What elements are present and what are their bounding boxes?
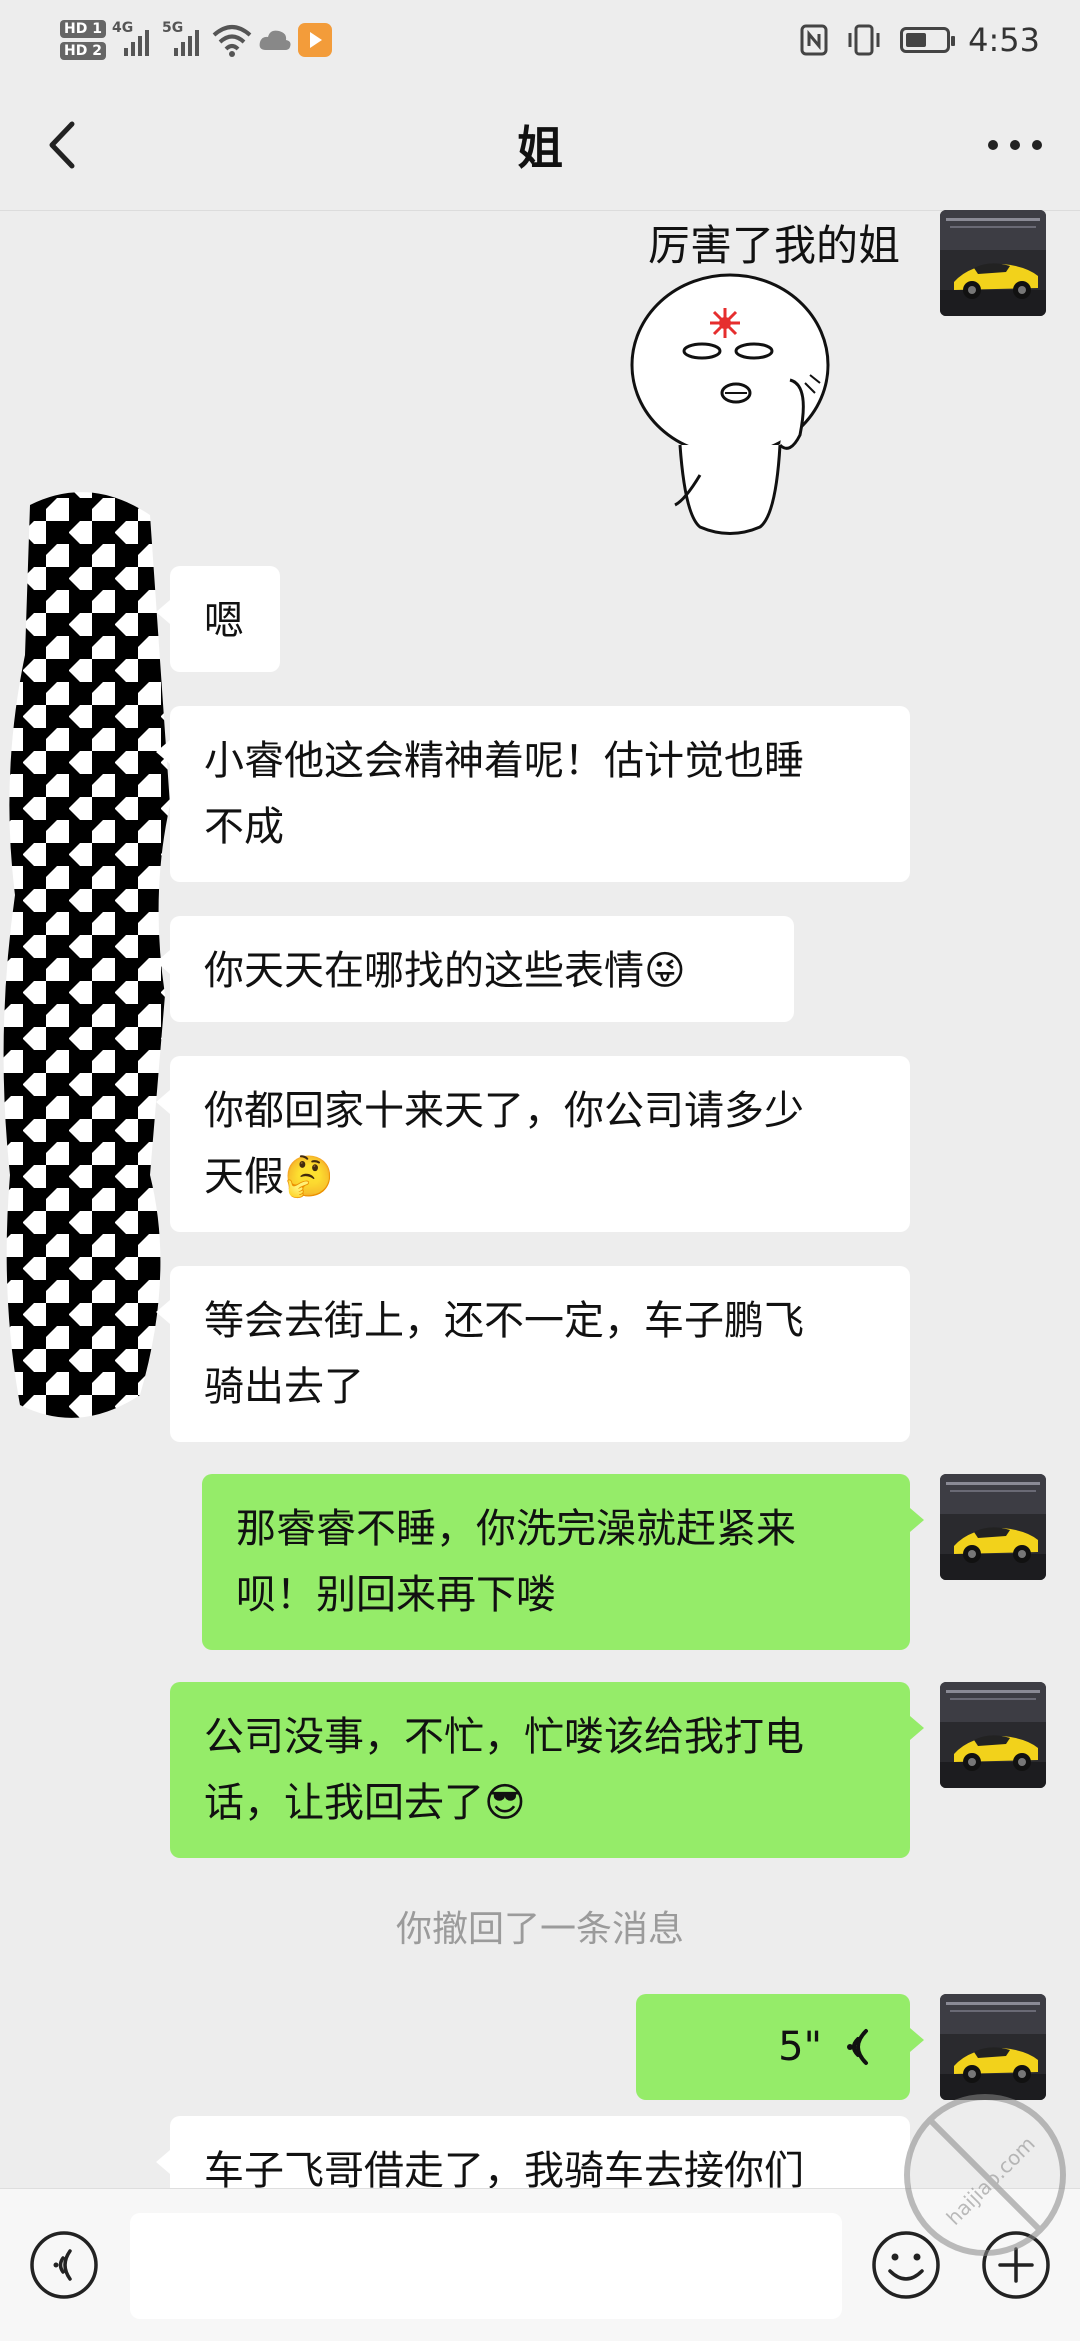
message-text-line: 那睿睿不睡，你洗完澡就赶紧来 (236, 1506, 796, 1552)
vibrate-icon (848, 24, 880, 56)
watermark-logo: haijiao.com (904, 2094, 1066, 2256)
sticker-message[interactable]: 厉害了我的姐 (600, 210, 900, 540)
chat-area[interactable]: 厉害了我的姐 嗯 小睿他这会精神着呢！估计觉也睡 不成 你天天在哪找的这些表情😜… (0, 210, 1080, 2188)
status-left: HD 1 HD 2 4G 5G (60, 10, 332, 70)
message-text-line: 你都回家十来天了，你公司请多少 (204, 1088, 804, 1134)
wifi-icon (212, 25, 252, 57)
nfc-icon (800, 24, 828, 56)
sticker-face-image (630, 273, 830, 535)
cloud-icon (259, 30, 291, 50)
message-text: 车子飞哥借走了，我骑车去接你们 (204, 2148, 804, 2188)
incoming-message-bubble[interactable]: 你天天在哪找的这些表情😜 (156, 916, 794, 1022)
title-bar: 姐 (0, 80, 1080, 211)
message-text: 你天天在哪找的这些表情 (204, 948, 644, 994)
message-text-line: 呗！别回来再下喽 (236, 1572, 556, 1618)
incoming-message-bubble[interactable]: 等会去街上，还不一定，车子鹏飞 骑出去了 (156, 1266, 910, 1442)
voice-input-icon[interactable] (28, 2229, 100, 2301)
voice-duration: 5" (778, 2024, 822, 2070)
signal-2-icon: 5G (162, 20, 206, 60)
message-text-line: 话，让我回去了 (204, 1780, 484, 1826)
incoming-message-bubble[interactable]: 你都回家十来天了，你公司请多少 天假🤔 (156, 1056, 910, 1232)
emoji-wink: 😜 (644, 948, 686, 994)
emoji-sunglasses: 😎 (484, 1780, 526, 1826)
message-text: 嗯 (204, 598, 244, 644)
hd1-badge: HD 1 (60, 20, 106, 38)
my-avatar[interactable] (940, 1994, 1046, 2100)
status-right: 4:53 (800, 10, 1040, 70)
signal-1-icon: 4G (112, 20, 156, 60)
message-text-line: 等会去街上，还不一定，车子鹏飞 (204, 1298, 804, 1344)
incoming-message-bubble[interactable]: 嗯 (156, 566, 280, 672)
incoming-message-bubble[interactable]: 小睿他这会精神着呢！估计觉也睡 不成 (156, 706, 910, 882)
recall-notice: 你撤回了一条消息 (395, 1909, 684, 1950)
more-dots-icon[interactable] (980, 125, 1050, 165)
sticker-caption: 厉害了我的姐 (647, 221, 900, 270)
outgoing-message-bubble[interactable]: 那睿睿不睡，你洗完澡就赶紧来 呗！别回来再下喽 (202, 1474, 924, 1650)
my-avatar[interactable] (940, 1682, 1046, 1788)
battery-icon (900, 27, 956, 53)
chat-title: 姐 (517, 121, 563, 175)
message-text-line: 不成 (204, 804, 284, 850)
message-text-line: 骑出去了 (204, 1364, 364, 1410)
my-avatar[interactable] (940, 1474, 1046, 1580)
status-bar: HD 1 HD 2 4G 5G 4:53 (0, 0, 1080, 80)
message-text-line: 小睿他这会精神着呢！估计觉也睡 (204, 738, 804, 784)
outgoing-message-bubble[interactable]: 公司没事，不忙，忙喽该给我打电 话，让我回去了😎 (170, 1682, 924, 1858)
emoji-thinking: 🤔 (284, 1154, 334, 1200)
clock: 4:53 (968, 21, 1040, 59)
my-avatar[interactable] (940, 210, 1046, 316)
censored-avatar-image (3, 492, 171, 1418)
message-input[interactable] (130, 2213, 842, 2319)
message-text-line: 天假 (204, 1154, 284, 1200)
voice-wave-icon (847, 2029, 868, 2065)
hd-badges: HD 1 HD 2 (60, 20, 106, 60)
incoming-message-bubble[interactable]: 车子飞哥借走了，我骑车去接你们 (156, 2116, 910, 2188)
voice-message-bubble[interactable]: 5" (636, 1994, 924, 2100)
message-text-line: 公司没事，不忙，忙喽该给我打电 (204, 1714, 804, 1760)
hd2-badge: HD 2 (60, 42, 106, 60)
app-notification-icon (297, 23, 332, 57)
